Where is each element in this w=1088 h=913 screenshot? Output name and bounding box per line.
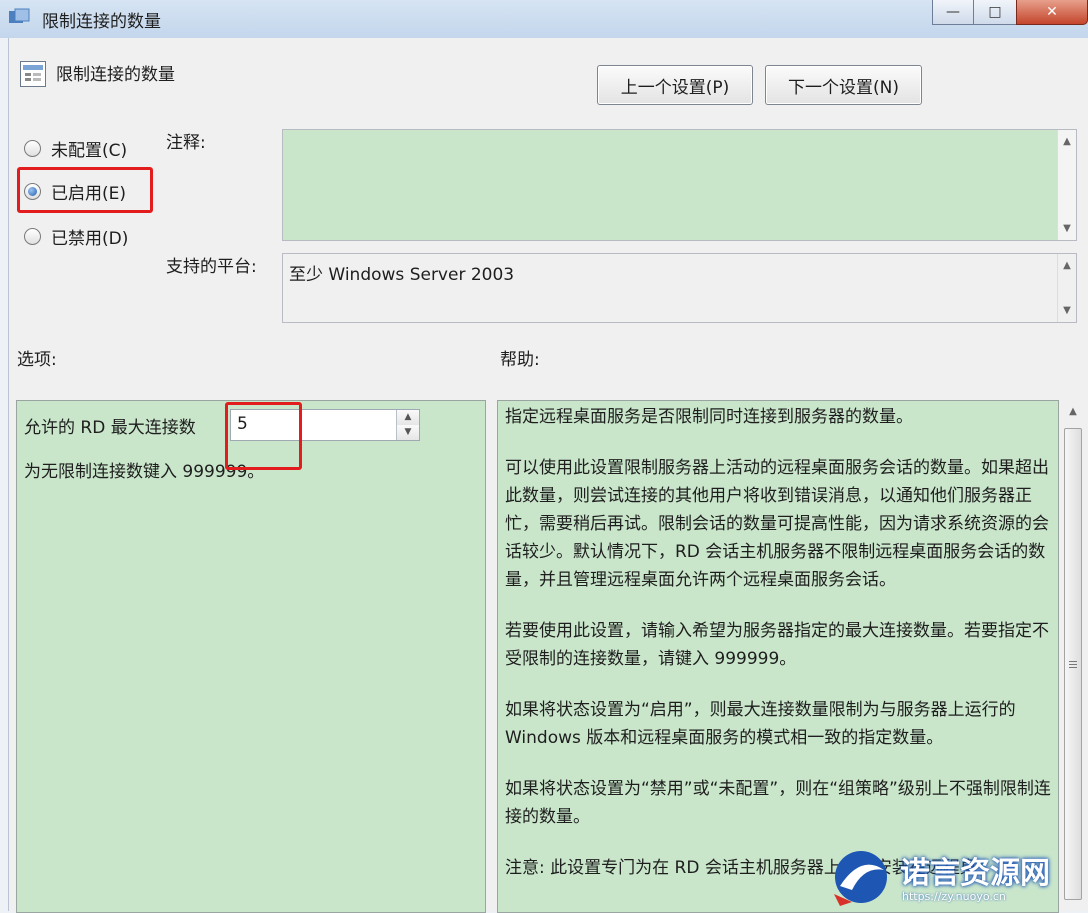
options-label: 选项: [17,350,57,370]
help-paragraph: 若要使用此设置，请输入希望为服务器指定的最大连接数量。若要指定不受限制的连接数量… [505,621,1049,669]
window-title: 限制连接的数量 [42,12,161,32]
help-paragraph: 可以使用此设置限制服务器上活动的远程桌面服务会话的数量。如果超出此数量，则尝试连… [505,458,1049,590]
close-button[interactable]: ✕ [1016,0,1088,25]
watermark-text: 诺言资源网 [900,856,1050,891]
spin-down-icon[interactable]: ▼ [397,425,419,440]
scroll-down-icon[interactable]: ▼ [1061,223,1073,234]
help-label: 帮助: [500,350,540,370]
highlight-box [225,402,302,470]
help-text: 指定远程桌面服务是否限制同时连接到服务器的数量。 可以使用此设置限制服务器上活动… [505,403,1051,911]
maximize-button[interactable]: □ [973,0,1017,25]
minimize-icon: — [946,4,960,20]
policy-editor-icon [9,8,30,23]
scroll-up-icon[interactable]: ▲ [1061,260,1073,271]
platform-scrollbar[interactable]: ▲ ▼ [1057,254,1076,322]
max-connections-label: 允许的 RD 最大连接数 [24,418,196,438]
maximize-icon: □ [988,4,1002,20]
spin-up-icon[interactable]: ▲ [397,410,419,426]
platform-field: 至少 Windows Server 2003 ▲ ▼ [282,253,1077,323]
platform-value: 至少 Windows Server 2003 [289,265,515,285]
scroll-up-icon[interactable]: ▲ [1061,136,1073,147]
scroll-down-icon[interactable]: ▼ [1061,305,1073,316]
help-panel: 指定远程桌面服务是否限制同时连接到服务器的数量。 可以使用此设置限制服务器上活动… [497,400,1059,913]
highlight-box [17,167,153,213]
help-paragraph: 如果将状态设置为“启用”，则最大连接数量限制为与服务器上运行的 Windows … [505,700,1016,748]
radio-label: 未配置(C) [51,141,128,161]
spin-buttons: ▲ ▼ [396,410,419,440]
next-setting-button[interactable]: 下一个设置(N) [765,65,922,105]
close-icon: ✕ [1046,4,1058,20]
title-bar: 限制连接的数量 — □ ✕ [0,0,1088,38]
radio-label: 已禁用(D) [51,229,129,249]
radio-disabled[interactable]: 已禁用(D) [24,224,128,249]
setting-title: 限制连接的数量 [56,65,175,85]
scroll-thumb[interactable] [1064,428,1082,900]
watermark-logo-icon [834,851,887,906]
help-paragraph: 指定远程桌面服务是否限制同时连接到服务器的数量。 [505,407,913,427]
options-panel: 允许的 RD 最大连接数 为无限制连接数键入 999999。 [16,400,486,913]
help-paragraph: 如果将状态设置为“禁用”或“未配置”，则在“组策略”级别上不强制限制连接的数量。 [505,779,1051,827]
watermark-url: https://zy.nuoyo.cn [902,890,1006,903]
previous-setting-button[interactable]: 上一个设置(P) [597,65,753,105]
scroll-up-icon[interactable]: ▲ [1067,406,1079,417]
comment-scrollbar[interactable]: ▲ ▼ [1057,130,1076,240]
comment-textarea[interactable]: ▲ ▼ [282,129,1077,241]
minimize-button[interactable]: — [932,0,974,25]
platform-label: 支持的平台: [166,257,257,277]
radio-circle[interactable] [24,228,41,245]
help-scrollbar[interactable]: ▲ [1062,400,1084,911]
radio-not-configured[interactable]: 未配置(C) [24,136,127,161]
setting-icon [20,61,46,87]
radio-circle[interactable] [24,140,41,157]
watermark: 诺言资源网 https://zy.nuoyo.cn [826,840,1088,911]
comment-label: 注释: [166,133,206,153]
